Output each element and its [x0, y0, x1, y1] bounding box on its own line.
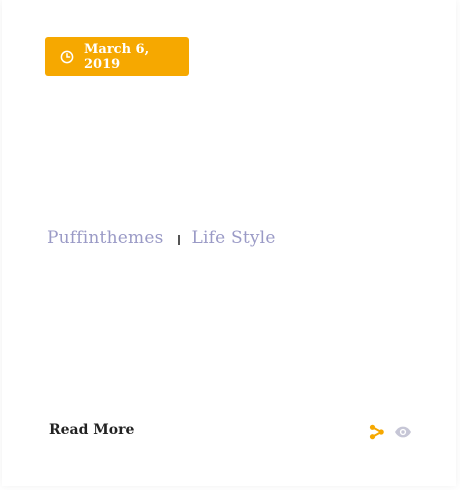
post-actions	[369, 424, 412, 440]
post-card: March 6, 2019 Puffinthemes Life Style Re…	[2, 0, 456, 486]
read-more-link[interactable]: Read More	[49, 422, 134, 438]
author-link[interactable]: Puffinthemes	[47, 228, 164, 248]
date-badge: March 6, 2019	[45, 37, 189, 76]
post-meta: Puffinthemes Life Style	[47, 228, 276, 248]
eye-icon[interactable]	[394, 425, 412, 439]
share-icon[interactable]	[369, 424, 385, 440]
meta-separator	[177, 235, 180, 245]
post-date: March 6, 2019	[84, 41, 150, 72]
category-link[interactable]: Life Style	[192, 228, 276, 248]
clock-icon	[60, 50, 74, 64]
